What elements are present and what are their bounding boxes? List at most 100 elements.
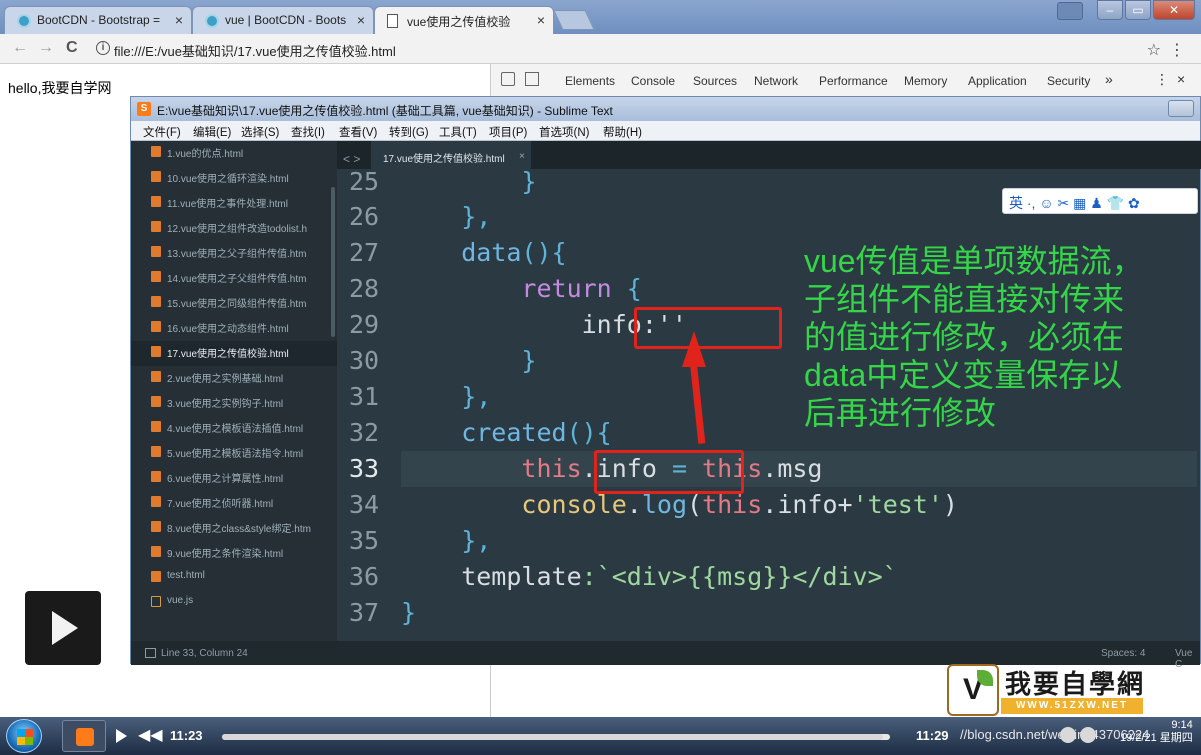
page-icon <box>387 14 398 28</box>
code-line-35: }, <box>401 526 492 555</box>
player-rewind-icon[interactable]: ◀◀ <box>138 725 163 745</box>
indentation-setting[interactable]: Spaces: 4 <box>1101 648 1145 659</box>
html-file-icon <box>151 196 161 207</box>
menu-project[interactable]: 项目(P) <box>489 124 527 140</box>
devtools-menu-icon[interactable]: ⋮ <box>1155 71 1169 88</box>
devtools-tab-elements[interactable]: Elements <box>565 74 615 88</box>
maximize-button[interactable]: ▭ <box>1125 0 1151 20</box>
device-toolbar-icon[interactable] <box>525 72 539 86</box>
sidebar-file[interactable]: 12.vue使用之组件改造todolist.h <box>167 216 337 241</box>
bookmark-star-icon[interactable]: ☆ <box>1147 40 1161 60</box>
video-play-button[interactable] <box>25 591 101 665</box>
bootcdn-favicon-icon <box>205 14 219 28</box>
code-line-26: }, <box>401 202 492 231</box>
player-progress-fill <box>222 734 883 740</box>
more-tabs-icon[interactable]: » <box>1105 71 1113 87</box>
code-line-31: }, <box>401 382 492 411</box>
code-line-25: } <box>401 169 537 196</box>
line-number: 31 <box>349 382 380 411</box>
sidebar-scrollbar[interactable] <box>331 187 335 337</box>
tab-label: BootCDN - Bootstrap = <box>37 13 161 27</box>
sidebar-file[interactable]: 2.vue使用之实例基础.html <box>167 366 337 391</box>
sidebar-file[interactable]: 10.vue使用之循环渲染.html <box>167 166 337 191</box>
tray-volume-icon[interactable] <box>1080 727 1096 743</box>
start-button[interactable] <box>6 719 42 753</box>
back-icon[interactable]: ← <box>12 39 28 57</box>
menu-file[interactable]: 文件(F) <box>143 124 181 140</box>
devtools-tab-console[interactable]: Console <box>631 74 675 88</box>
sidebar-file[interactable]: test.html <box>167 566 337 591</box>
devtools-close-icon[interactable]: × <box>1177 71 1185 87</box>
html-file-icon <box>151 146 161 157</box>
tray-clock[interactable]: 9:14 19/2/21 星期四 <box>1120 719 1193 745</box>
close-window-button[interactable]: ✕ <box>1153 0 1195 20</box>
tab-nav-arrows-icon[interactable]: < > <box>343 152 360 166</box>
forward-icon[interactable]: → <box>38 39 54 57</box>
sidebar-file[interactable]: 16.vue使用之动态组件.html <box>167 316 337 341</box>
sidebar-file[interactable]: 9.vue使用之条件渲染.html <box>167 541 337 566</box>
sidebar-file[interactable]: 7.vue使用之侦听器.html <box>167 491 337 516</box>
info-icon[interactable]: i <box>96 41 110 55</box>
sidebar-file-active[interactable]: 17.vue使用之传值校验.html <box>131 341 337 366</box>
taskbar-sublime-button[interactable] <box>62 720 106 752</box>
devtools-tab-memory[interactable]: Memory <box>904 74 947 88</box>
sidebar-file[interactable]: 8.vue使用之class&style绑定.htm <box>167 516 337 541</box>
chrome-menu-icon[interactable]: ⋮ <box>1169 40 1185 60</box>
ime-toolbar[interactable]: 英 ·, ☺ ✂ ▦ ♟ 👕 ✿ <box>1002 188 1198 214</box>
sidebar-file[interactable]: 4.vue使用之模板语法插值.html <box>167 416 337 441</box>
sidebar-file[interactable]: 3.vue使用之实例钩子.html <box>167 391 337 416</box>
syntax-setting[interactable]: Vue C <box>1175 648 1200 670</box>
clock-time: 9:14 <box>1171 719 1193 731</box>
editor-tab-active[interactable]: 17.vue使用之传值校验.html <box>371 141 531 169</box>
inspect-element-icon[interactable] <box>501 72 515 86</box>
tab-bootcdn-bootstrap[interactable]: BootCDN - Bootstrap = × <box>4 6 192 34</box>
line-number-current: 33 <box>349 454 380 483</box>
menu-goto[interactable]: 转到(G) <box>389 124 429 140</box>
arrow-up-icon <box>682 331 706 367</box>
tray-network-icon[interactable] <box>1060 727 1076 743</box>
sidebar-file[interactable]: 6.vue使用之计算属性.html <box>167 466 337 491</box>
omnibox[interactable]: i file:///E:/vue基础知识/17.vue使用之传值校验.html <box>92 37 1132 61</box>
menu-help[interactable]: 帮助(H) <box>603 124 642 140</box>
new-tab-button[interactable] <box>553 10 595 30</box>
panel-toggle-icon[interactable] <box>145 648 156 658</box>
menu-view[interactable]: 查看(V) <box>339 124 377 140</box>
tab-close-icon[interactable]: × <box>537 12 545 28</box>
player-elapsed-time: 11:23 <box>170 728 203 743</box>
html-file-icon <box>151 221 161 232</box>
cursor-position: Line 33, Column 24 <box>161 648 248 659</box>
devtools-tab-sources[interactable]: Sources <box>693 74 737 88</box>
user-profile-icon[interactable] <box>1057 2 1083 20</box>
logo-mark: V <box>947 664 999 716</box>
menu-find[interactable]: 查找(I) <box>291 124 325 140</box>
sidebar-file[interactable]: 11.vue使用之事件处理.html <box>167 191 337 216</box>
tab-vue-validation[interactable]: vue使用之传值校验 × <box>374 6 554 34</box>
url-text[interactable]: file:///E:/vue基础知识/17.vue使用之传值校验.html <box>114 41 396 60</box>
minimize-button[interactable] <box>1168 100 1194 117</box>
minimize-button[interactable]: – <box>1097 0 1123 20</box>
sidebar-file[interactable]: 15.vue使用之同级组件传值.htm <box>167 291 337 316</box>
reload-icon[interactable]: C <box>66 39 78 57</box>
sidebar-file[interactable]: 1.vue的优点.html <box>167 141 337 166</box>
tab-bootcdn-vue[interactable]: vue | BootCDN - Boots × <box>192 6 374 34</box>
code-line-32: created(){ <box>401 418 612 447</box>
tab-close-icon[interactable]: × <box>175 12 183 28</box>
sidebar-file[interactable]: 13.vue使用之父子组件传值.htm <box>167 241 337 266</box>
taskbar: ◀◀ 11:23 11:29 //blog.csdn.net/weixin_43… <box>0 717 1201 755</box>
menu-selection[interactable]: 选择(S) <box>241 124 279 140</box>
menu-edit[interactable]: 编辑(E) <box>193 124 231 140</box>
sidebar-file[interactable]: 14.vue使用之子父组件传值.htm <box>167 266 337 291</box>
player-play-icon[interactable] <box>116 729 127 743</box>
play-icon <box>52 611 78 645</box>
sidebar-file[interactable]: 5.vue使用之模板语法指令.html <box>167 441 337 466</box>
devtools-tab-performance[interactable]: Performance <box>819 74 888 88</box>
sidebar-file[interactable]: vue.js <box>167 591 337 616</box>
menu-preferences[interactable]: 首选项(N) <box>539 124 589 140</box>
menu-tools[interactable]: 工具(T) <box>439 124 477 140</box>
devtools-tab-security[interactable]: Security <box>1047 74 1090 88</box>
browser-tab-bar: BootCDN - Bootstrap = × vue | BootCDN - … <box>0 0 1201 34</box>
editor-tab-close-icon[interactable]: × <box>519 151 525 162</box>
devtools-tab-application[interactable]: Application <box>968 74 1027 88</box>
tab-close-icon[interactable]: × <box>357 12 365 28</box>
devtools-tab-network[interactable]: Network <box>754 74 798 88</box>
